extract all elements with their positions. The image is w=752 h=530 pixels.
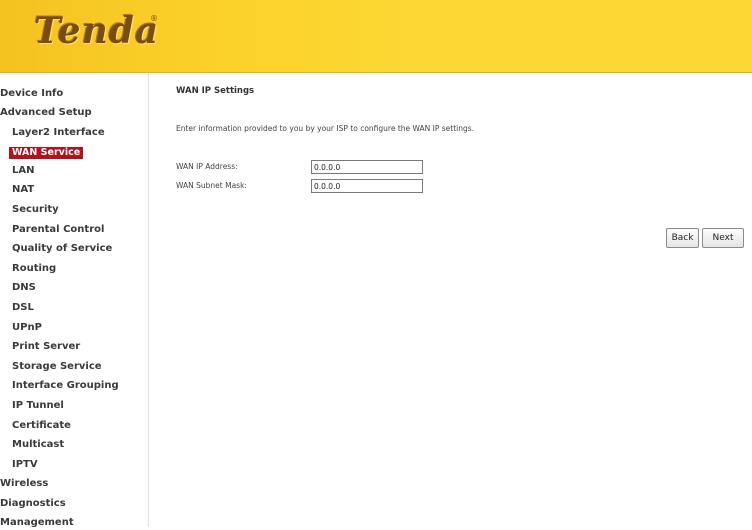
sidebar-item-wan-service[interactable]: WAN Service — [9, 147, 84, 159]
sidebar-item-management[interactable]: Management — [0, 516, 74, 530]
sidebar-item-parental-control[interactable]: Parental Control — [12, 223, 104, 237]
tenda-logo: Tenda — [34, 10, 160, 52]
sidebar-item-lan[interactable]: LAN — [12, 164, 34, 178]
wan-ip-address-label: WAN IP Address: — [176, 162, 238, 171]
sidebar-item-upnp[interactable]: UPnP — [12, 321, 42, 335]
sidebar-item-nat[interactable]: NAT — [12, 183, 34, 197]
sidebar-item-multicast[interactable]: Multicast — [12, 438, 64, 452]
wan-subnet-mask-input[interactable] — [311, 179, 423, 193]
sidebar-item-routing[interactable]: Routing — [12, 262, 56, 276]
sidebar-item-ip-tunnel[interactable]: IP Tunnel — [12, 399, 64, 413]
sidebar-item-print-server[interactable]: Print Server — [12, 340, 80, 354]
page-description: Enter information provided to you by you… — [176, 124, 475, 133]
next-button[interactable]: Next — [702, 228, 744, 248]
back-button[interactable]: Back — [666, 228, 699, 248]
sidebar-item-quality-of-service[interactable]: Quality of Service — [12, 242, 112, 256]
sidebar-item-storage-service[interactable]: Storage Service — [12, 360, 102, 374]
registered-mark: ® — [150, 14, 158, 23]
sidebar-item-layer2-interface[interactable]: Layer2 Interface — [12, 126, 105, 140]
wan-subnet-mask-label: WAN Subnet Mask: — [176, 181, 247, 190]
main-content: WAN IP Settings Enter information provid… — [149, 73, 752, 527]
sidebar-item-certificate[interactable]: Certificate — [12, 419, 71, 433]
sidebar-item-security[interactable]: Security — [12, 203, 59, 217]
sidebar-item-advanced-setup[interactable]: Advanced Setup — [0, 106, 92, 120]
sidebar-nav: Device Info Advanced Setup Layer2 Interf… — [0, 73, 149, 530]
sidebar-item-interface-grouping[interactable]: Interface Grouping — [12, 379, 119, 393]
sidebar-item-diagnostics[interactable]: Diagnostics — [0, 497, 66, 511]
sidebar-item-iptv[interactable]: IPTV — [12, 458, 38, 472]
sidebar-item-device-info[interactable]: Device Info — [0, 87, 63, 101]
page-title: WAN IP Settings — [176, 86, 255, 96]
header-banner: Tenda ® — [0, 0, 752, 73]
sidebar-item-wireless[interactable]: Wireless — [0, 477, 48, 491]
wan-ip-address-input[interactable] — [311, 160, 423, 174]
sidebar-item-dsl[interactable]: DSL — [12, 301, 34, 315]
sidebar-item-dns[interactable]: DNS — [12, 281, 36, 295]
